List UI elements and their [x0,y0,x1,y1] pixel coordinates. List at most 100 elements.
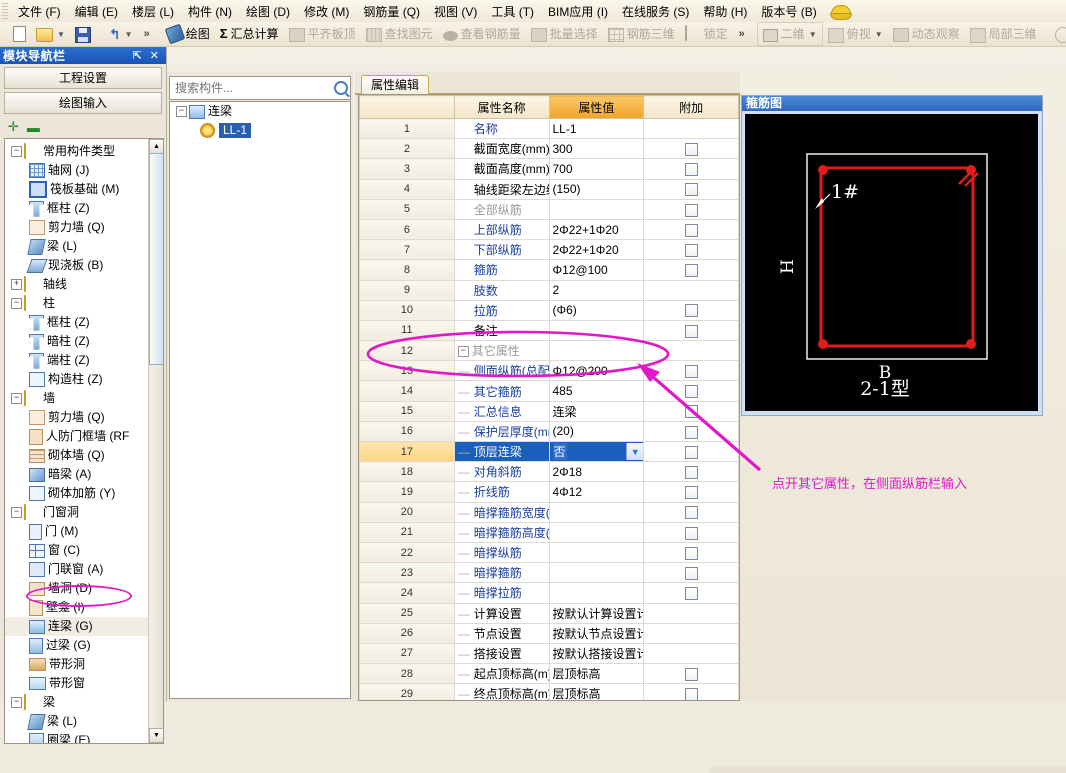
property-row[interactable]: 11 备注 [359,319,739,342]
attach-checkbox[interactable] [684,142,698,156]
attach-cell[interactable] [643,239,739,261]
sidebar-tree-item[interactable]: 梁 (L) [5,237,149,256]
component-tree[interactable]: − 连梁 LL-1 [169,101,351,699]
property-name[interactable]: — 计算设置 [453,602,550,624]
attach-checkbox[interactable] [684,425,698,439]
undo-button[interactable]: ↰ ▼ [104,23,138,45]
menu-item-modify[interactable]: 修改 (M) [297,1,356,22]
property-row[interactable]: 21—暗撑箍筋高度(mm) [359,521,739,543]
menu-item-draw[interactable]: 绘图 (D) [239,1,297,22]
view-mode-dropdown[interactable]: 二维 ▼ [756,22,823,46]
scroll-down-arrow[interactable]: ▼ [149,728,163,743]
close-icon[interactable]: ✕ [146,49,163,62]
sidebar-tree-item[interactable]: 剪力墙 (Q) [5,218,149,237]
property-value-cell[interactable]: Φ12@200 [548,360,645,382]
property-value-cell[interactable]: LL-1 [548,117,645,140]
property-value-cell[interactable] [548,198,645,220]
attach-cell[interactable] [643,521,739,543]
attach-cell[interactable] [643,400,739,422]
property-row[interactable]: 3 截面高度(mm) 700 [359,158,739,180]
sidebar-tree-item[interactable]: − 门窗洞 [5,503,149,522]
menu-item-file[interactable]: 文件 (F) [11,1,68,22]
property-name[interactable]: —暗撑箍筋宽度(mm) [453,501,550,523]
remove-icon[interactable]: ▬ [27,120,40,135]
attach-cell[interactable] [643,198,739,220]
property-row[interactable]: 29— 终点顶标高(m) 层顶标高 [359,683,739,700]
property-row[interactable]: 7 下部纵筋 2Φ22+1Φ20 [359,239,739,261]
sidebar-tree-item[interactable]: 门联窗 (A) [5,560,149,579]
open-file-button[interactable]: ▼ [31,23,70,45]
attach-cell[interactable] [643,178,739,200]
sidebar-tree-item[interactable]: 窗 (C) [5,541,149,560]
attach-checkbox[interactable] [684,163,698,177]
property-name[interactable]: — 折线筋 [453,481,550,503]
attach-cell[interactable] [643,582,739,604]
sidebar-tree-item[interactable]: − 柱 [5,294,149,313]
attach-checkbox[interactable] [684,385,698,399]
scroll-up-arrow[interactable]: ▲ [149,139,163,154]
tree-node-coupling-beam[interactable]: − 连梁 [170,102,350,121]
attach-cell[interactable] [643,622,739,644]
save-button[interactable] [70,23,96,45]
property-name[interactable]: — 对角斜筋 [453,461,550,483]
expander-icon[interactable]: − [457,346,469,358]
sidebar-tree-item[interactable]: 剪力墙 (Q) [5,408,149,427]
view-rebar-button[interactable]: 查看钢筋量 [438,23,526,45]
expander-icon[interactable]: − [11,507,22,518]
new-file-button[interactable] [6,23,31,45]
sidebar-tree-item[interactable]: 现浇板 (B) [5,256,149,275]
sidebar-tree-item[interactable]: 梁 (L) [5,712,149,731]
top-view-button[interactable]: 俯视 ▼ [823,23,888,45]
attach-cell[interactable] [643,541,739,564]
property-row[interactable]: 13—侧面纵筋(总配筋值)Φ12@200 [359,360,739,382]
property-name[interactable]: —暗撑箍筋高度(mm) [453,521,550,543]
scrollbar-thumb[interactable] [149,153,163,365]
sidebar-tree-item[interactable]: 过梁 (G) [5,636,149,655]
property-value-cell[interactable]: 层顶标高 [548,683,645,700]
property-value-cell[interactable]: 2Φ18 [548,461,645,483]
align-slab-button[interactable]: 平齐板顶 [284,23,361,45]
property-row[interactable]: 16—保护层厚度(mm)(20) [359,420,739,443]
sidebar-tree-item[interactable]: 轴网 (J) [5,161,149,180]
property-name[interactable]: 截面宽度(mm) [453,138,550,160]
sidebar-tree-item[interactable]: 壁龛 (I) [5,598,149,617]
property-name[interactable]: 备注 [453,319,550,342]
search-component-row[interactable] [169,76,351,100]
attach-cell[interactable] [643,683,739,700]
attach-checkbox[interactable] [684,324,698,338]
menu-item-version[interactable]: 版本号 (B) [754,1,823,22]
expander-icon[interactable]: + [11,279,22,290]
sidebar-tree-item[interactable]: 砌体墙 (Q) [5,446,149,465]
search-input[interactable] [170,80,332,96]
component-type-tree[interactable]: − 常用构件类型 轴网 (J) 筏板基础 (M) 框柱 (Z) 剪力墙 (Q) 梁 (L) 现… [4,138,164,744]
attach-checkbox[interactable] [684,203,698,217]
sidebar-tree-item[interactable]: 连梁 (G) [5,617,149,636]
attach-cell[interactable] [643,602,739,624]
add-icon[interactable]: ✛ [8,119,19,135]
orbit-button[interactable]: 动态观察 [888,23,965,45]
attach-cell[interactable] [643,663,739,685]
sidebar-tree-item[interactable]: 框柱 (Z) [5,199,149,218]
property-row[interactable]: 22— 暗撑纵筋 [359,541,739,564]
summary-calc-button[interactable]: Σ 汇总计算 [215,23,284,45]
zoom-button[interactable] [1050,23,1066,45]
attach-cell[interactable] [643,340,739,362]
menu-item-online[interactable]: 在线服务 (S) [615,1,696,22]
property-name[interactable]: — 终点顶标高(m) [453,683,550,700]
sidebar-tree-item[interactable]: 端柱 (Z) [5,351,149,370]
property-value-cell[interactable]: (20) [548,420,645,443]
attach-cell[interactable] [643,259,739,281]
menu-item-edit[interactable]: 编辑 (E) [68,1,125,22]
attach-checkbox[interactable] [684,304,698,318]
property-row[interactable]: 26—节点设置按默认节点设置计算 [359,622,739,644]
expander-icon[interactable]: − [11,393,22,404]
property-row[interactable]: 19— 折线筋 4Φ12 [359,481,739,503]
property-value-cell[interactable]: 300 [548,138,645,160]
attach-checkbox[interactable] [684,667,698,681]
attach-checkbox[interactable] [684,587,698,601]
tree-scrollbar[interactable]: ▲ ▼ [148,139,163,743]
pin-icon[interactable]: ⇱ [129,49,146,62]
attach-checkbox[interactable] [684,445,698,459]
attach-cell[interactable] [643,158,739,180]
attach-checkbox[interactable] [684,486,698,500]
